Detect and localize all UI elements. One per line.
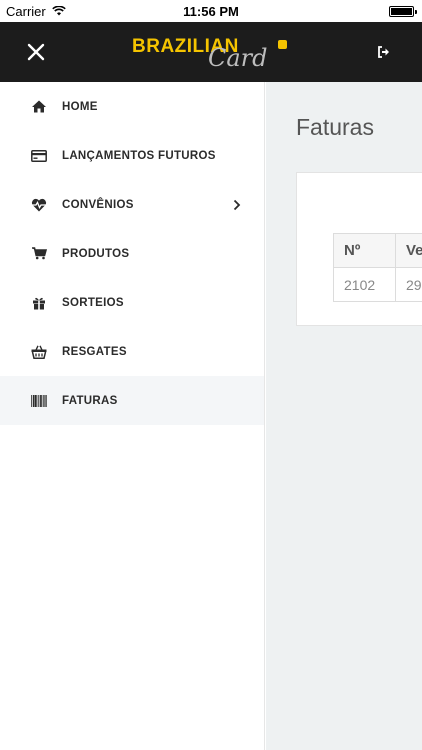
cart-icon — [30, 246, 48, 262]
battery-icon — [389, 5, 417, 17]
sidebar-item-home[interactable]: HOME — [0, 82, 264, 131]
barcode-icon — [30, 393, 48, 409]
invoices-table: Nº Ve 2102 29. — [333, 233, 422, 302]
sidebar-item-sorteios[interactable]: SORTEIOS — [0, 278, 264, 327]
invoice-due-date-cell: 29. — [395, 267, 422, 302]
page-title: Faturas — [296, 114, 374, 140]
sidebar-item-faturas[interactable]: FATURAS — [0, 376, 264, 425]
table-row[interactable]: 2102 29. — [333, 267, 422, 302]
credit-card-icon — [30, 148, 48, 164]
sidebar-item-label: SORTEIOS — [62, 296, 124, 309]
sidebar-item-label: RESGATES — [62, 345, 127, 358]
carrier-label: Carrier — [6, 3, 46, 19]
close-icon — [27, 43, 45, 61]
sidebar-item-label: PRODUTOS — [62, 247, 130, 260]
sidebar-item-produtos[interactable]: PRODUTOS — [0, 229, 264, 278]
sidebar-item-convenios[interactable]: CONVÊNIOS — [0, 180, 264, 229]
logout-button[interactable] — [376, 44, 392, 60]
status-left: Carrier — [6, 4, 66, 19]
sidebar-item-lancamentos-futuros[interactable]: LANÇAMENTOS FUTUROS — [0, 131, 264, 180]
basket-icon — [30, 344, 48, 360]
sidebar-menu: HOME LANÇAMENTOS FUTUROS CONVÊNIOS PRODU… — [0, 82, 265, 750]
home-icon — [30, 99, 48, 115]
main-content: Faturas Nº Ve 2102 29. — [266, 82, 422, 750]
sidebar-item-label: FATURAS — [62, 394, 118, 407]
invoice-number-cell: 2102 — [333, 267, 396, 302]
sidebar-item-label: LANÇAMENTOS FUTUROS — [62, 149, 216, 162]
wifi-icon — [51, 6, 66, 16]
status-bar: Carrier 11:56 PM — [0, 0, 422, 22]
gift-icon — [30, 295, 48, 311]
column-header-number: Nº — [333, 233, 396, 268]
sidebar-item-label: CONVÊNIOS — [62, 198, 134, 211]
logo-chip-icon — [278, 40, 287, 49]
table-header-row: Nº Ve — [333, 233, 422, 268]
logo-card-text: Card — [208, 44, 268, 72]
heartbeat-icon — [30, 197, 48, 213]
app-header: BRAZILIAN Card — [0, 22, 422, 82]
sidebar-item-label: HOME — [62, 100, 98, 113]
column-header-vencimento: Ve — [395, 233, 422, 268]
logout-icon — [378, 46, 389, 58]
brand-logo: BRAZILIAN Card — [132, 32, 292, 72]
close-menu-button[interactable] — [22, 38, 50, 66]
invoices-card: Nº Ve 2102 29. — [296, 172, 422, 326]
chevron-right-icon — [233, 199, 241, 210]
sidebar-item-resgates[interactable]: RESGATES — [0, 327, 264, 376]
